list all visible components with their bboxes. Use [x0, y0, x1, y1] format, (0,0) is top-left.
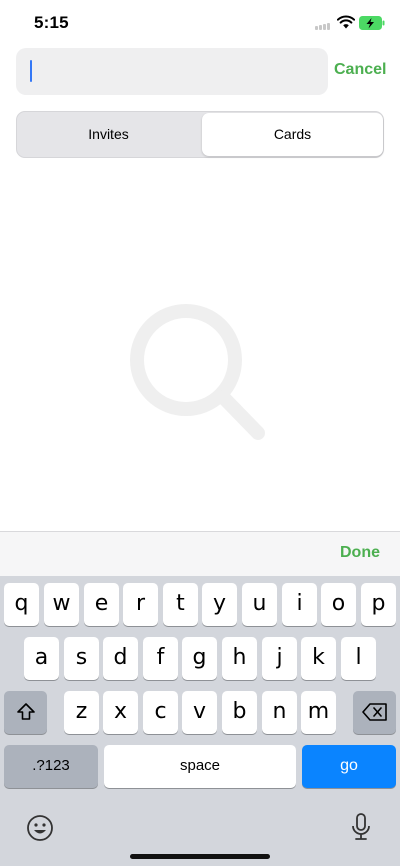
status-time: 5:15: [34, 13, 69, 32]
text-cursor: [30, 60, 32, 82]
cellular-signal-icon: [315, 20, 333, 30]
keyboard-accessory-bar: Done: [0, 531, 400, 576]
key-y[interactable]: y: [202, 583, 237, 626]
key-l[interactable]: l: [341, 637, 376, 680]
key-j[interactable]: j: [262, 637, 297, 680]
key-f[interactable]: f: [143, 637, 178, 680]
home-indicator: [130, 854, 270, 859]
status-bar: 5:15: [0, 0, 400, 46]
segment-cards[interactable]: Cards: [202, 113, 383, 156]
key-b[interactable]: b: [222, 691, 257, 734]
key-h[interactable]: h: [222, 637, 257, 680]
numbers-key[interactable]: .?123: [4, 745, 98, 788]
key-k[interactable]: k: [301, 637, 336, 680]
search-icon: [130, 304, 265, 440]
key-u[interactable]: u: [242, 583, 277, 626]
key-w[interactable]: w: [44, 583, 79, 626]
key-t[interactable]: t: [163, 583, 198, 626]
key-n[interactable]: n: [262, 691, 297, 734]
key-q[interactable]: q: [4, 583, 39, 626]
key-d[interactable]: d: [103, 637, 138, 680]
key-p[interactable]: p: [361, 583, 396, 626]
key-a[interactable]: a: [24, 637, 59, 680]
battery-charging-icon: [359, 16, 385, 30]
backspace-icon: [361, 703, 387, 721]
key-s[interactable]: s: [64, 637, 99, 680]
done-button[interactable]: Done: [340, 544, 380, 562]
key-x[interactable]: x: [103, 691, 138, 734]
key-g[interactable]: g: [182, 637, 217, 680]
key-r[interactable]: r: [123, 583, 158, 626]
go-key[interactable]: go: [302, 745, 396, 788]
key-c[interactable]: c: [143, 691, 178, 734]
cancel-button[interactable]: Cancel: [334, 61, 386, 79]
segment-invites[interactable]: Invites: [17, 112, 200, 157]
search-input[interactable]: [16, 48, 328, 95]
key-i[interactable]: i: [282, 583, 317, 626]
shift-icon: [16, 703, 35, 720]
wifi-icon: [337, 15, 355, 29]
key-e[interactable]: e: [84, 583, 119, 626]
microphone-icon[interactable]: [350, 812, 372, 842]
shift-key[interactable]: [4, 691, 47, 734]
key-z[interactable]: z: [64, 691, 99, 734]
segmented-control: Invites Cards: [16, 111, 384, 158]
key-o[interactable]: o: [321, 583, 356, 626]
search-field[interactable]: [16, 48, 328, 95]
delete-key[interactable]: [353, 691, 396, 734]
emoji-icon[interactable]: [26, 814, 54, 842]
space-key[interactable]: space: [104, 745, 296, 788]
key-m[interactable]: m: [301, 691, 336, 734]
key-v[interactable]: v: [182, 691, 217, 734]
